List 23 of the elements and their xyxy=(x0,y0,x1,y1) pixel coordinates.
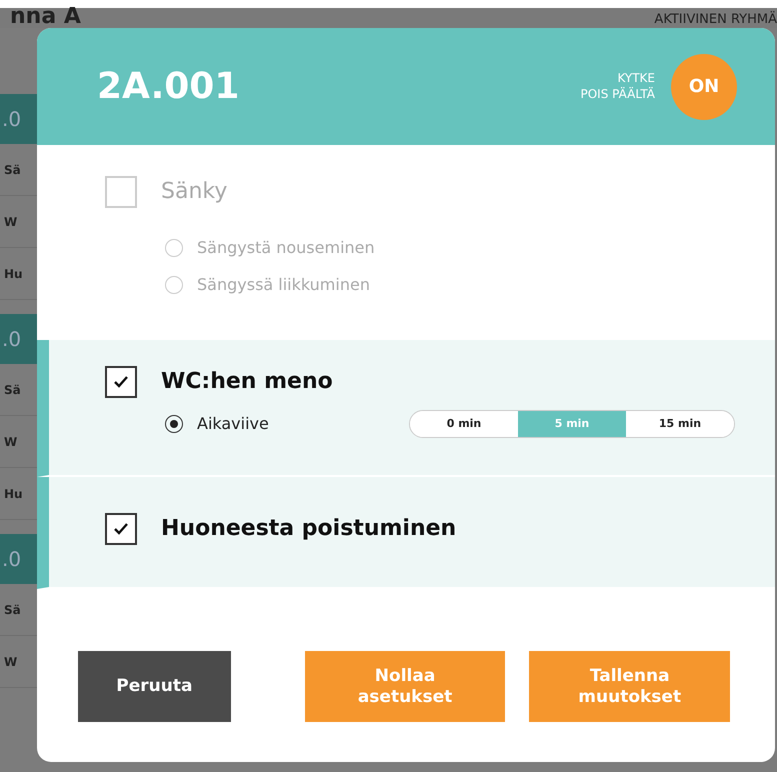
section-header-fragment: .0 xyxy=(0,94,37,144)
radio-button[interactable] xyxy=(165,415,183,433)
option-label: Sängystä nouseminen xyxy=(197,237,375,259)
option-label: Sängyssä liikkuminen xyxy=(197,274,370,296)
segment-button[interactable]: 5 min xyxy=(518,411,626,437)
section-label: Huoneesta poistuminen xyxy=(161,515,456,543)
action-button[interactable]: Nollaa asetukset xyxy=(304,651,506,722)
page-heading: nna A xyxy=(10,6,81,28)
section-label: Sänky xyxy=(161,178,228,206)
section-label: WC:hen meno xyxy=(161,368,333,396)
toggle-label: KYTKE POIS PÄÄLTÄ xyxy=(580,70,655,102)
toggle-button[interactable]: ON xyxy=(671,54,737,120)
checkbox[interactable] xyxy=(105,366,137,398)
option-label: Aikaviive xyxy=(197,413,269,435)
checkbox[interactable] xyxy=(105,512,137,544)
group-label: AKTIIVINEN RYHMÄ xyxy=(654,12,777,28)
cancel-button[interactable]: Peruuta xyxy=(78,651,231,722)
check-icon xyxy=(113,522,129,536)
section-header-fragment: .0 xyxy=(0,314,37,364)
dialog-title: 2A.001 xyxy=(97,64,240,108)
section-header-fragment: .0 xyxy=(0,534,37,584)
action-button[interactable]: Tallenna muutokset xyxy=(529,651,730,722)
check-icon xyxy=(113,374,129,388)
